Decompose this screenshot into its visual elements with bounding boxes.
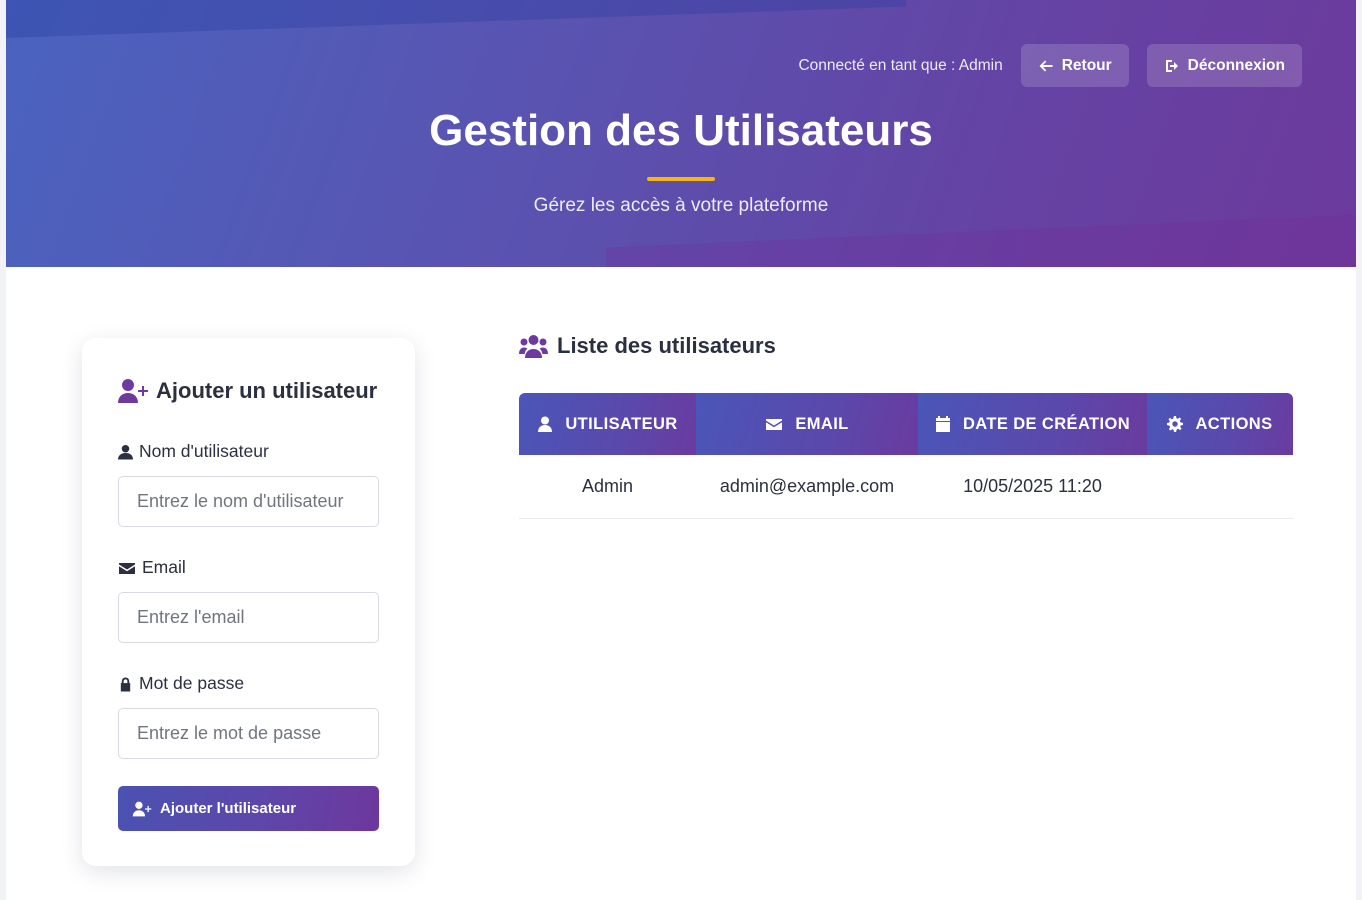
decor-shape — [606, 212, 1356, 267]
column-header-label: DATE DE CRÉATION — [962, 414, 1131, 433]
password-label-text: Mot de passe — [139, 673, 245, 693]
password-input[interactable] — [118, 708, 379, 759]
username-label: Nom d'utilisateur — [118, 441, 269, 462]
cell-email: admin@example.com — [719, 476, 895, 496]
email-input[interactable] — [118, 592, 379, 643]
users-table: UTILISATEUR EMAIL DATE DE CRÉATION ACTIO… — [519, 393, 1293, 519]
column-header-label: ACTIONS — [1195, 414, 1273, 433]
column-header-user[interactable]: UTILISATEUR — [519, 393, 696, 455]
column-header-email[interactable]: EMAIL — [696, 393, 918, 455]
add-user-button[interactable]: Ajouter l'utilisateur — [118, 786, 379, 831]
lock-icon — [120, 676, 131, 691]
title-underline — [647, 177, 715, 181]
top-bar: Connecté en tant que : Admin Retour Déco… — [798, 44, 1302, 87]
add-user-button-label: Ajouter l'utilisateur — [160, 800, 297, 817]
envelope-icon — [119, 562, 135, 574]
back-button[interactable]: Retour — [1020, 44, 1129, 87]
page-title: Gestion des Utilisateurs — [429, 106, 933, 155]
page-subtitle: Gérez les accès à votre plateforme — [533, 195, 829, 216]
users-icon — [519, 335, 548, 358]
logout-button[interactable]: Déconnexion — [1146, 44, 1302, 87]
user-icon — [538, 416, 553, 432]
envelope-icon — [766, 419, 783, 430]
page: Connecté en tant que : Admin Retour Déco… — [6, 0, 1356, 900]
cell-username: Admin — [581, 476, 634, 496]
password-label: Mot de passe — [118, 673, 244, 694]
gear-icon — [1167, 416, 1184, 432]
user-plus-icon — [118, 379, 148, 403]
hero-header: Connecté en tant que : Admin Retour Déco… — [6, 0, 1356, 267]
sign-out-icon — [1165, 59, 1178, 72]
calendar-icon — [935, 416, 950, 432]
logged-in-status: Connecté en tant que : Admin — [798, 56, 1003, 74]
cell-created-date: 10/05/2025 11:20 — [963, 476, 1102, 496]
back-button-label: Retour — [1061, 56, 1112, 74]
add-user-title-text: Ajouter un utilisateur — [156, 378, 378, 403]
arrow-left-icon — [1039, 60, 1053, 71]
column-header-label: UTILISATEUR — [565, 414, 678, 433]
username-input[interactable] — [118, 476, 379, 527]
user-list-title: Liste des utilisateurs — [519, 333, 776, 359]
table-row: Admin admin@example.com 10/05/2025 11:20 — [519, 455, 1293, 519]
username-label-text: Nom d'utilisateur — [139, 441, 269, 461]
user-plus-icon — [132, 801, 152, 816]
add-user-title: Ajouter un utilisateur — [118, 378, 377, 404]
logout-button-label: Déconnexion — [1187, 56, 1285, 74]
table-header: UTILISATEUR EMAIL DATE DE CRÉATION ACTIO… — [519, 393, 1293, 455]
user-icon — [118, 444, 133, 459]
column-header-date[interactable]: DATE DE CRÉATION — [918, 393, 1147, 455]
email-label: Email — [118, 557, 186, 578]
add-user-card: Ajouter un utilisateur Nom d'utilisateur… — [82, 338, 415, 866]
decor-shape — [6, 0, 906, 38]
email-label-text: Email — [142, 557, 186, 577]
column-header-label: EMAIL — [795, 414, 849, 433]
user-list-title-text: Liste des utilisateurs — [557, 333, 776, 358]
column-header-actions: ACTIONS — [1147, 393, 1293, 455]
